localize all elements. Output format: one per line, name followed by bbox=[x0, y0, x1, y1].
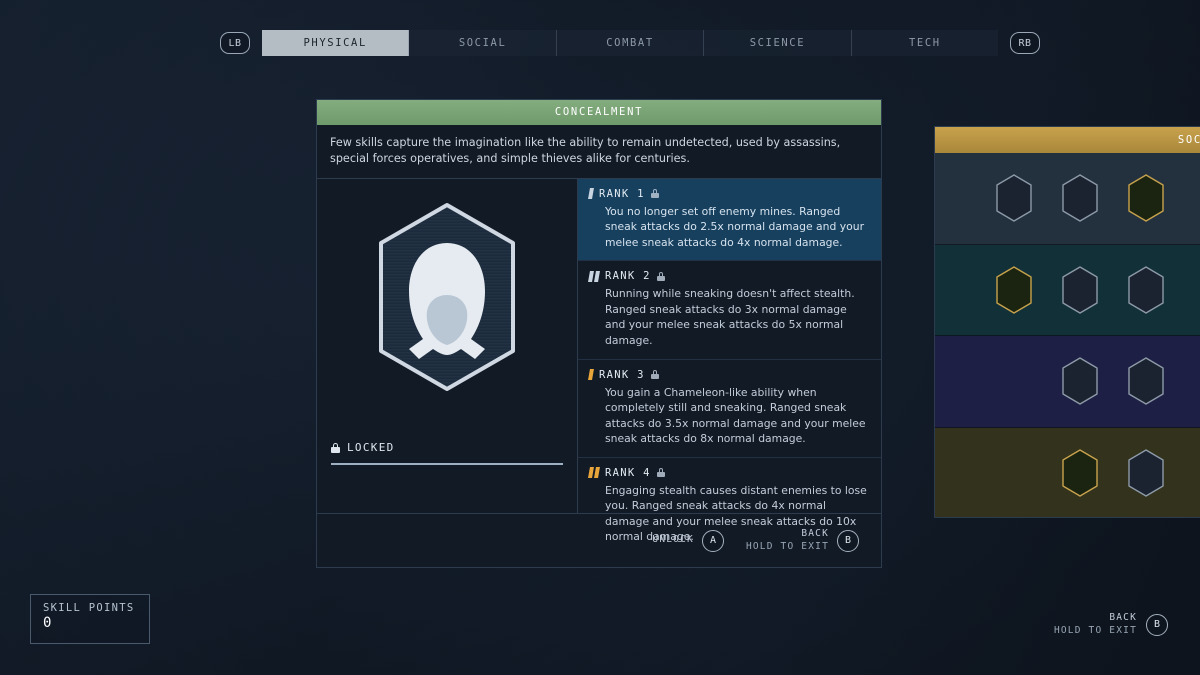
tab-science[interactable]: SCIENCE bbox=[704, 30, 852, 56]
back-hint: HOLD TO EXIT bbox=[745, 540, 829, 552]
rank-pip-icon bbox=[588, 270, 594, 282]
tab-social[interactable]: SOCIAL bbox=[409, 30, 557, 56]
b-button-icon[interactable]: B bbox=[1146, 613, 1168, 636]
tab-combat[interactable]: COMBAT bbox=[556, 30, 705, 56]
category-tabs: PHYSICAL SOCIAL COMBAT SCIENCE TECH bbox=[262, 30, 999, 56]
left-shoulder-button[interactable]: LB bbox=[220, 32, 250, 54]
rank-pips bbox=[588, 467, 600, 479]
category-tab-bar: LB PHYSICAL SOCIAL COMBAT SCIENCE TECH RB bbox=[220, 30, 1040, 56]
crowd-icon[interactable] bbox=[1059, 265, 1101, 315]
rank-pips bbox=[588, 188, 594, 200]
rank-pip-icon bbox=[588, 467, 594, 479]
rank-header: RANK 2 bbox=[588, 270, 868, 286]
exit-back-hint: HOLD TO EXIT bbox=[1053, 624, 1137, 636]
puppet-strings-icon[interactable] bbox=[1059, 448, 1101, 498]
skill-tree-screen: LB PHYSICAL SOCIAL COMBAT SCIENCE TECH RB SO… bbox=[0, 0, 1200, 675]
skill-detail-panel: CONCEALMENT Few skills capture the imagi… bbox=[316, 99, 882, 568]
skill-points-value: 0 bbox=[43, 615, 52, 631]
unlock-label: UNLOCK bbox=[652, 534, 694, 546]
rank-header: RANK 3 bbox=[588, 368, 868, 385]
rank-entry[interactable]: RANK 1 You no longer set off enemy mines.… bbox=[578, 178, 881, 262]
hooded-figure-badge-icon bbox=[363, 199, 531, 395]
rank-pip-icon bbox=[594, 467, 600, 479]
skill-detail-body: LOCKED RANK 1 You no longer set off enemy… bbox=[317, 178, 881, 543]
skill-lock-status: LOCKED bbox=[331, 441, 563, 465]
exit-prompt[interactable]: BACK HOLD TO EXIT B bbox=[1054, 612, 1168, 637]
speech-icon[interactable] bbox=[1125, 265, 1167, 315]
rank-description: You no longer set off enemy mines. Range… bbox=[605, 204, 865, 249]
rank-header: RANK 1 bbox=[588, 187, 868, 204]
skill-description: Few skills capture the imagination like … bbox=[317, 125, 881, 179]
lock-icon bbox=[656, 468, 665, 478]
locked-text: LOCKED bbox=[347, 441, 395, 454]
social-category-panel[interactable]: SOCIAL bbox=[934, 126, 1200, 518]
back-label: BACK bbox=[801, 527, 829, 539]
rank-entry[interactable]: RANK 2 Running while sneaking doesn't aff… bbox=[578, 261, 881, 360]
detail-footer-prompts: UNLOCK A BACK HOLD TO EXIT B bbox=[317, 513, 881, 567]
social-skill-row bbox=[935, 336, 1200, 428]
social-skill-row bbox=[935, 427, 1200, 517]
hush-finger-icon[interactable] bbox=[993, 173, 1035, 223]
progress-bar bbox=[331, 463, 563, 465]
rank-description: Running while sneaking doesn't affect st… bbox=[605, 287, 855, 347]
money-bag-gift-icon[interactable] bbox=[993, 265, 1035, 315]
rank-pip-icon bbox=[588, 188, 594, 200]
rank-title: RANK 3 bbox=[599, 368, 645, 381]
tab-physical[interactable]: PHYSICAL bbox=[262, 30, 410, 56]
mask-icon[interactable] bbox=[1125, 448, 1167, 498]
lock-icon bbox=[650, 370, 659, 380]
arrows-up-icon[interactable] bbox=[1059, 356, 1101, 406]
lock-icon bbox=[650, 189, 659, 199]
lock-icon bbox=[331, 442, 340, 453]
exit-back-label: BACK bbox=[1109, 612, 1137, 623]
right-shoulder-button[interactable]: RB bbox=[1010, 32, 1040, 54]
rank-title: RANK 2 bbox=[605, 270, 651, 283]
rank-pips bbox=[588, 270, 600, 282]
skill-rank-list: RANK 1 You no longer set off enemy mines.… bbox=[578, 178, 881, 543]
lock-icon bbox=[656, 271, 665, 281]
skill-icon-column: LOCKED bbox=[317, 178, 578, 513]
rank-description: You gain a Chameleon-like ability when c… bbox=[605, 385, 866, 446]
rank-pip-icon bbox=[588, 369, 594, 381]
skill-points-box: SKILL POINTS 0 bbox=[30, 594, 150, 644]
green-burst-icon[interactable] bbox=[1125, 173, 1167, 223]
figure-icon[interactable] bbox=[1125, 356, 1167, 406]
unlock-prompt[interactable]: UNLOCK A bbox=[652, 529, 724, 552]
boot-step-icon[interactable] bbox=[1059, 173, 1101, 223]
social-skill-row bbox=[935, 244, 1200, 336]
a-button-icon[interactable]: A bbox=[701, 529, 724, 552]
rank-pips bbox=[588, 369, 594, 381]
social-panel-header: SOCIAL bbox=[935, 127, 1200, 153]
rank-entry[interactable]: RANK 3 You gain a Chameleon-like ability … bbox=[578, 360, 881, 458]
tab-tech[interactable]: TECH bbox=[851, 30, 999, 56]
skill-points-label: SKILL POINTS bbox=[43, 602, 135, 614]
b-button-icon[interactable]: B bbox=[837, 529, 859, 552]
social-skill-rows bbox=[935, 153, 1200, 517]
rank-pip-icon bbox=[594, 270, 600, 282]
social-skill-row bbox=[935, 153, 1200, 245]
rank-title: RANK 4 bbox=[605, 466, 651, 479]
rank-header: RANK 4 bbox=[588, 466, 868, 483]
skill-title: CONCEALMENT bbox=[317, 100, 881, 125]
rank-title: RANK 1 bbox=[599, 187, 645, 200]
back-prompt[interactable]: BACK HOLD TO EXIT B bbox=[746, 528, 859, 553]
